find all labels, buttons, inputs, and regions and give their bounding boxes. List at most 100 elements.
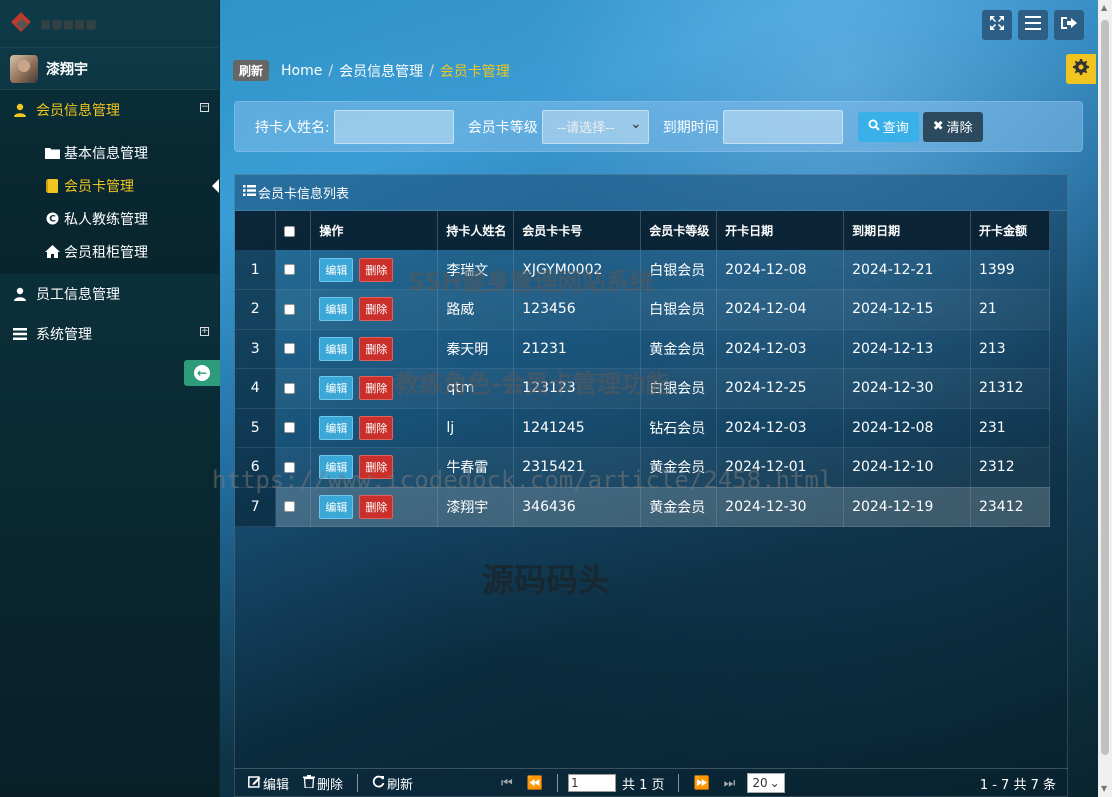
user-icon — [12, 287, 28, 301]
table-row[interactable]: 5编辑删除lj1241245钻石会员2024-12-032024-12-0823… — [235, 408, 1050, 448]
sidebar-item-locker-rental[interactable]: 会员租柜管理 — [0, 235, 219, 268]
refresh-tag-button[interactable]: 刷新 — [233, 60, 269, 81]
page-scrollbar[interactable]: ▲ ▼ — [1098, 0, 1112, 797]
row-delete-button[interactable]: 删除 — [359, 337, 393, 361]
row-checkbox[interactable] — [284, 264, 295, 275]
table-row[interactable]: 4编辑删除qtm123123白银会员2024-12-252024-12-3021… — [235, 369, 1050, 409]
cell-expire-date: 2024-12-13 — [844, 329, 971, 369]
next-page-icon[interactable]: ⏩ — [693, 776, 709, 791]
row-actions: 编辑删除 — [311, 329, 438, 369]
pager-refresh-button[interactable]: 刷新 — [372, 774, 413, 793]
row-number: 3 — [235, 329, 276, 369]
sidebar-item-personal-trainer[interactable]: C 私人教练管理 — [0, 202, 219, 235]
row-edit-button[interactable]: 编辑 — [319, 337, 353, 361]
menu-group-label: 系统管理 — [36, 324, 92, 344]
menu-button[interactable] — [1018, 10, 1048, 40]
query-button-label: 查询 — [883, 117, 909, 136]
cell-open-amount: 2312 — [970, 448, 1049, 488]
collapse-toggle-icon[interactable]: − — [200, 103, 209, 112]
table-row[interactable]: 3编辑删除秦天明21231黄金会员2024-12-032024-12-13213 — [235, 329, 1050, 369]
menu-group-system[interactable]: 系统管理 + — [0, 314, 219, 354]
row-delete-button[interactable]: 删除 — [359, 376, 393, 400]
row-delete-button[interactable]: 删除 — [359, 297, 393, 321]
expand-toggle-icon[interactable]: + — [200, 327, 209, 336]
row-actions: 编辑删除 — [311, 487, 438, 527]
header-card-level[interactable]: 会员卡等级 — [641, 211, 717, 250]
query-button[interactable]: 查询 — [858, 112, 919, 142]
breadcrumb-member-info[interactable]: 会员信息管理 — [339, 61, 423, 81]
scroll-thumb[interactable] — [1101, 20, 1109, 755]
header-open-date[interactable]: 开卡日期 — [717, 211, 844, 250]
pager-delete-button[interactable]: 删除 — [303, 774, 343, 793]
row-number: 2 — [235, 290, 276, 330]
row-delete-button[interactable]: 删除 — [359, 416, 393, 440]
scroll-up-icon[interactable]: ▲ — [1101, 3, 1107, 12]
row-edit-button[interactable]: 编辑 — [319, 297, 353, 321]
pager-edit-button[interactable]: 编辑 — [248, 774, 289, 793]
first-page-icon[interactable]: ⏮ — [501, 776, 513, 791]
scroll-down-icon[interactable]: ▼ — [1101, 784, 1107, 793]
menu-group-staff-info[interactable]: 员工信息管理 — [0, 274, 219, 314]
cell-open-date: 2024-12-30 — [717, 487, 844, 527]
book-icon — [44, 179, 60, 193]
page-size-select[interactable]: 20⌄ — [747, 773, 785, 793]
table-row[interactable]: 1编辑删除李瑞文XJGYM0002白银会员2024-12-082024-12-2… — [235, 250, 1050, 290]
cell-card-level: 白银会员 — [641, 290, 717, 330]
table-row[interactable]: 2编辑删除路威123456白银会员2024-12-042024-12-1521 — [235, 290, 1050, 330]
card-level-select[interactable]: --请选择-- — [542, 110, 649, 144]
cell-card-level: 钻石会员 — [641, 408, 717, 448]
table-row[interactable]: 6编辑删除牛春雷2315421黄金会员2024-12-012024-12-102… — [235, 448, 1050, 488]
row-number: 7 — [235, 487, 276, 527]
cardholder-name-input[interactable] — [334, 110, 454, 144]
cell-open-date: 2024-12-04 — [717, 290, 844, 330]
header-open-amount[interactable]: 开卡金额 — [970, 211, 1049, 250]
breadcrumb-home[interactable]: Home — [281, 63, 322, 79]
row-select-cell — [276, 408, 311, 448]
row-actions: 编辑删除 — [311, 290, 438, 330]
breadcrumb-separator: / — [429, 63, 434, 79]
row-actions: 编辑删除 — [311, 448, 438, 488]
clear-button[interactable]: ✖ 清除 — [923, 112, 983, 142]
row-edit-button[interactable]: 编辑 — [319, 416, 353, 440]
copyright-icon: C — [44, 212, 60, 225]
row-edit-button[interactable]: 编辑 — [319, 376, 353, 400]
header-expire-date[interactable]: 到期日期 — [844, 211, 971, 250]
logo: ■■■■■ — [0, 0, 219, 48]
row-edit-button[interactable]: 编辑 — [319, 495, 353, 519]
prev-page-icon[interactable]: ⏪ — [527, 776, 543, 791]
sidebar-collapse-button[interactable]: ← — [184, 360, 220, 386]
table-row[interactable]: 7编辑删除漆翔宇346436黄金会员2024-12-302024-12-1923… — [235, 487, 1050, 527]
user-panel: 漆翔宇 — [0, 48, 219, 90]
row-checkbox[interactable] — [284, 343, 295, 354]
cell-open-date: 2024-12-25 — [717, 369, 844, 409]
total-pages-text: 共 1 页 — [622, 774, 665, 793]
cell-expire-date: 2024-12-30 — [844, 369, 971, 409]
submenu-member-info: 基本信息管理 会员卡管理 C 私人教练管理 会员租柜管理 — [0, 130, 219, 274]
page-number-input[interactable]: 1 — [568, 774, 616, 792]
row-delete-button[interactable]: 删除 — [359, 258, 393, 282]
menu-group-label: 员工信息管理 — [36, 284, 120, 304]
row-edit-button[interactable]: 编辑 — [319, 258, 353, 282]
header-cardholder-name[interactable]: 持卡人姓名 — [438, 211, 514, 250]
cell-expire-date: 2024-12-21 — [844, 250, 971, 290]
row-checkbox[interactable] — [284, 383, 295, 394]
last-page-icon[interactable]: ⏭ — [724, 776, 736, 791]
expire-time-input[interactable] — [723, 110, 843, 144]
row-checkbox[interactable] — [284, 422, 295, 433]
settings-button[interactable] — [1066, 54, 1096, 84]
row-edit-button[interactable]: 编辑 — [319, 455, 353, 479]
header-card-number[interactable]: 会员卡卡号 — [514, 211, 641, 250]
row-delete-button[interactable]: 删除 — [359, 495, 393, 519]
sidebar-item-basic-info[interactable]: 基本信息管理 — [0, 136, 219, 169]
select-all-checkbox[interactable] — [284, 226, 295, 237]
pager-refresh-label: 刷新 — [387, 774, 413, 793]
logout-button[interactable] — [1054, 10, 1084, 40]
row-checkbox[interactable] — [284, 501, 295, 512]
sidebar-item-member-card[interactable]: 会员卡管理 — [0, 169, 219, 202]
cell-card-number: 346436 — [514, 487, 641, 527]
row-checkbox[interactable] — [284, 304, 295, 315]
fullscreen-button[interactable] — [982, 10, 1012, 40]
row-delete-button[interactable]: 删除 — [359, 455, 393, 479]
menu-group-member-info[interactable]: 会员信息管理 − — [0, 90, 219, 130]
row-checkbox[interactable] — [284, 462, 295, 473]
